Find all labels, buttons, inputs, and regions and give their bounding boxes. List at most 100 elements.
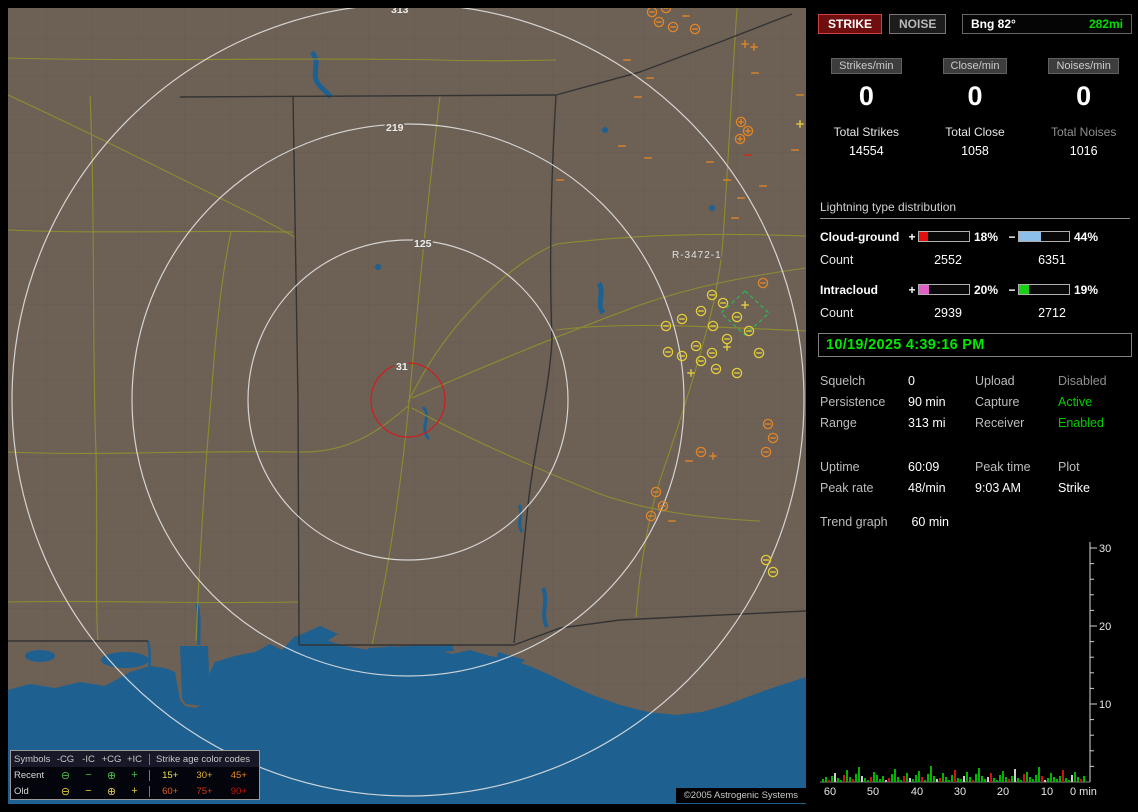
- svg-text:20: 20: [997, 786, 1009, 798]
- svg-text:20: 20: [1099, 621, 1111, 633]
- settings-grid: Squelch 0 Upload Disabled Persistence 90…: [820, 374, 1130, 430]
- plus-sign: +: [908, 282, 916, 297]
- ring-label-313: 313: [391, 8, 409, 16]
- peak-rate-value: 48/min: [908, 481, 946, 495]
- noises-per-min-column: Noises/min 0 Total Noises 1016: [1029, 58, 1138, 158]
- ic-minus-bar: [1018, 284, 1070, 295]
- distribution-header: Lightning type distribution: [820, 200, 1130, 219]
- receiver-label: Receiver: [975, 416, 1025, 430]
- ic-plus-bar: [918, 284, 970, 295]
- ic-plus-icon: +: [131, 769, 138, 781]
- cloud-ground-count-row: Count 2552 6351: [820, 253, 1130, 268]
- range-value: 313 mi: [908, 416, 946, 430]
- range-label: Range: [820, 416, 857, 430]
- plot-label: Plot: [1058, 460, 1080, 474]
- trend-bars: [822, 766, 1085, 782]
- squelch-label: Squelch: [820, 374, 866, 388]
- peak-rate-label: Peak rate: [820, 481, 874, 495]
- bearing-display: Bng 82° 282mi: [962, 13, 1132, 34]
- legend-col-cg-plus: +CG: [101, 753, 122, 765]
- count-label: Count: [820, 306, 854, 320]
- total-close-value: 1058: [961, 144, 989, 158]
- cg-plus-icon: ⊕: [106, 785, 117, 798]
- airspace-label: R-3472-1: [672, 250, 722, 261]
- legend-col-cg-minus: -CG: [56, 753, 75, 765]
- svg-text:60: 60: [824, 786, 836, 798]
- minus-sign: −: [1008, 229, 1016, 244]
- noises-per-min-value: 0: [1076, 81, 1092, 111]
- receiver-status: Enabled: [1058, 416, 1104, 430]
- trend-axis-ticks: [1090, 547, 1097, 767]
- cg-plus-icon: ⊕: [106, 769, 117, 782]
- runtime-grid: Uptime 60:09 Peak time Plot Peak rate 48…: [820, 460, 1130, 495]
- ic-plus-icon: +: [131, 785, 138, 797]
- total-strikes-label: Total Strikes: [833, 125, 899, 139]
- strike-button[interactable]: STRIKE: [818, 13, 883, 34]
- ic-minus-icon: −: [85, 785, 92, 797]
- intracloud-row: Intracloud + 20% − 19%: [820, 282, 1130, 297]
- svg-text:40: 40: [911, 786, 923, 798]
- age-code-15: 15+: [162, 769, 179, 781]
- count-label: Count: [820, 253, 854, 267]
- status-panel: STRIKE NOISE Bng 82° 282mi Strikes/min 0…: [812, 0, 1138, 812]
- close-per-min-chip: Close/min: [942, 58, 1008, 74]
- capture-label: Capture: [975, 395, 1020, 409]
- lightning-map[interactable]: R-3472-1 313 219 125 31: [8, 8, 806, 804]
- rates-section: Strikes/min 0 Total Strikes 14554 Close/…: [812, 58, 1138, 158]
- legend-symbols-header: Symbols: [14, 753, 51, 765]
- svg-text:10: 10: [1041, 786, 1053, 798]
- legend-recent-label: Recent: [14, 769, 45, 781]
- peak-time-label: Peak time: [975, 460, 1031, 474]
- map-area[interactable]: R-3472-1 313 219 125 31 Symbols -CG -IC …: [8, 8, 806, 804]
- age-code-45: 45+: [230, 769, 247, 781]
- minus-sign: −: [1008, 282, 1016, 297]
- ic-minus-icon: −: [85, 769, 92, 781]
- ic-minus-pct: 19%: [1074, 282, 1099, 297]
- legend-col-ic-minus: -IC: [82, 753, 95, 765]
- close-per-min-column: Close/min 0 Total Close 1058: [921, 58, 1030, 158]
- trend-y-labels: 30 20 10: [1099, 543, 1111, 711]
- age-code-75: 75+: [196, 785, 213, 797]
- strikes-per-min-column: Strikes/min 0 Total Strikes 14554: [812, 58, 921, 158]
- ring-label-31: 31: [396, 361, 408, 373]
- cg-minus-icon: ⊖: [60, 785, 71, 798]
- age-code-60: 60+: [162, 785, 179, 797]
- bearing-distance: 282mi: [1088, 16, 1123, 31]
- legend-age-header: Strike age color codes: [149, 753, 256, 765]
- total-close-label: Total Close: [945, 125, 1005, 139]
- close-per-min-value: 0: [967, 81, 983, 111]
- datetime-text: 10/19/2025 4:39:16 PM: [826, 337, 985, 353]
- total-strikes-value: 14554: [848, 144, 884, 158]
- cg-minus-pct: 44%: [1074, 229, 1099, 244]
- svg-text:0 min: 0 min: [1070, 786, 1097, 798]
- ic-plus-count: 2939: [934, 306, 962, 320]
- ring-label-125: 125: [414, 238, 432, 250]
- noise-button[interactable]: NOISE: [889, 13, 947, 34]
- cg-minus-count: 6351: [1038, 253, 1066, 267]
- total-noises-label: Total Noises: [1050, 125, 1117, 139]
- squelch-value: 0: [908, 374, 915, 388]
- cg-plus-bar: [918, 231, 970, 242]
- legend-col-ic-plus: +IC: [126, 753, 143, 765]
- capture-status: Active: [1058, 395, 1093, 409]
- persistence-value: 90 min: [908, 395, 946, 409]
- uptime-value: 60:09: [908, 460, 940, 474]
- plot-value: Strike: [1058, 481, 1090, 495]
- persistence-label: Persistence: [820, 395, 886, 409]
- bearing-label: Bng 82°: [971, 16, 1016, 31]
- total-noises-value: 1016: [1069, 144, 1098, 158]
- cg-plus-pct: 18%: [974, 229, 999, 244]
- noises-per-min-chip: Noises/min: [1048, 58, 1119, 74]
- map-legend: Symbols -CG -IC +CG +IC Strike age color…: [10, 750, 260, 800]
- upload-status: Disabled: [1058, 374, 1107, 388]
- ic-plus-pct: 20%: [974, 282, 999, 297]
- cloud-ground-label: Cloud-ground: [820, 229, 900, 244]
- strikes-per-min-chip: Strikes/min: [831, 58, 902, 74]
- svg-text:30: 30: [1099, 543, 1111, 555]
- age-code-30: 30+: [196, 769, 213, 781]
- peak-time-value: 9:03 AM: [975, 481, 1021, 495]
- copyright-text: ©2005 Astrogenic Systems: [675, 788, 806, 803]
- svg-text:10: 10: [1099, 699, 1111, 711]
- upload-label: Upload: [975, 374, 1015, 388]
- trend-x-labels: 60 50 40 30 20 10 0 min: [824, 786, 1097, 798]
